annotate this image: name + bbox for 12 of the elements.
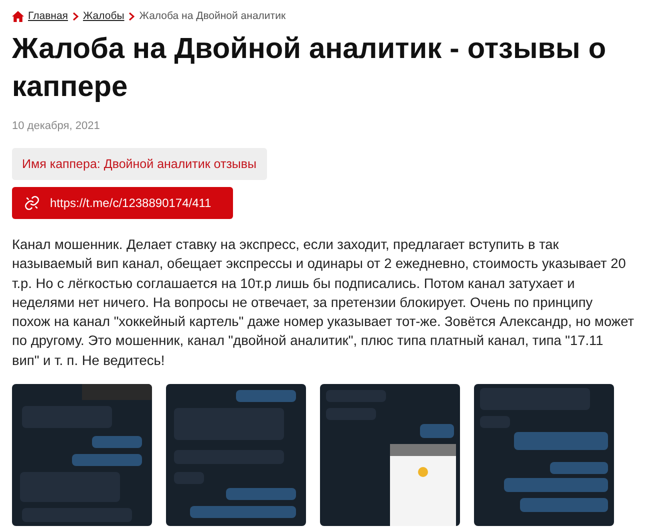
link-icon	[24, 195, 40, 211]
telegram-link-button[interactable]: https://t.me/c/1238890174/411	[12, 187, 234, 219]
chevron-icon	[128, 12, 136, 20]
home-icon[interactable]	[12, 10, 24, 22]
current-page-title: Жалоба на Двойной аналитик	[139, 10, 286, 22]
review-text: Канал мошенник. Делает ставку на экспресс, если заходит, предлагает вступить в так называемый вип канал, обещает экспрессы и одинары от 2 ежедневно, стоимость указывает 20 т.р. Но с лёгкостью соглашается на 10т.р лишь бы подписались. Потом канал затухает и неделями нет ничего. На вопросы не отвечает, за претензии блокирует. Очень по принципу похож на канал "хоккейный картель" даже номер указывает тот-же. Зовётся Александр, но может по другому. Это мошенник, канал "двойной аналитик", плюс типа платный канал, типа "17.11 вип" и т. п. Не ведитесь!	[12, 236, 634, 370]
breadcrumb-link[interactable]: Главная	[28, 10, 68, 22]
chevron-icon	[72, 12, 79, 20]
breadcrumb-link[interactable]: Жалобы	[82, 10, 124, 22]
post-date: 10 декабря, 2021	[12, 120, 101, 132]
page-title: Жалоба на Двойной аналитик - отзывы о каппере	[12, 32, 608, 105]
capper-name-label: Имя каппера: Двойной аналитик отзывы	[12, 148, 267, 180]
